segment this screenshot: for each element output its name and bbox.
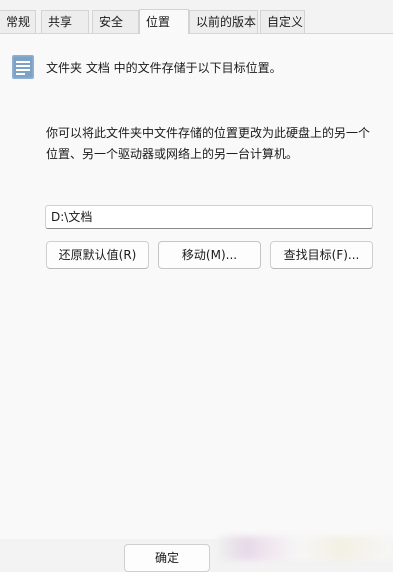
tab-previous-versions[interactable]: 以前的版本 — [189, 10, 258, 33]
tab-security[interactable]: 安全 — [92, 10, 139, 33]
tab-general[interactable]: 常规 — [0, 10, 36, 33]
tab-sharing[interactable]: 共享 — [41, 10, 89, 33]
restore-default-button[interactable]: 还原默认值(R) — [46, 241, 149, 269]
tab-customize[interactable]: 自定义 — [260, 10, 305, 33]
location-instruction: 你可以将此文件夹中文件存储的位置更改为此硬盘上的另一个位置、另一个驱动器或网络上… — [46, 126, 371, 161]
target-path-field[interactable]: D:\文档 — [45, 205, 373, 229]
location-panel: 文件夹 文档 中的文件存储于以下目标位置。 你可以将此文件夹中文件存储的位置更改… — [0, 34, 393, 539]
tab-bar: 常规 共享 安全 位置 以前的版本 自定义 — [0, 0, 393, 34]
location-description: 文件夹 文档 中的文件存储于以下目标位置。 — [46, 61, 282, 75]
document-folder-icon — [12, 55, 34, 79]
move-button[interactable]: 移动(M)... — [158, 241, 261, 269]
tab-location[interactable]: 位置 — [139, 9, 189, 34]
ok-button[interactable]: 确定 — [124, 544, 210, 572]
find-target-button[interactable]: 查找目标(F)... — [270, 241, 373, 269]
blurred-background-region — [220, 536, 393, 560]
